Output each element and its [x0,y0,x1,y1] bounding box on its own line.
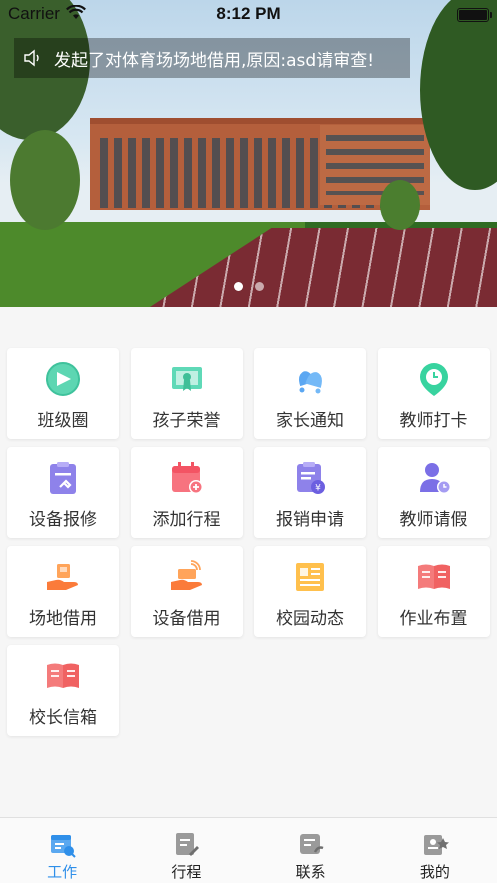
bottom-tab-bar: 工作 行程 联系 我的 [0,817,497,883]
tile-reimbursement[interactable]: ¥ 报销申请 [254,447,366,538]
tile-homework[interactable]: 作业布置 [377,546,490,637]
book-icon [417,564,450,589]
svg-text:¥: ¥ [315,484,321,494]
carousel-page-indicator[interactable] [0,282,497,291]
speaker-icon [24,49,39,67]
mailbox-book-icon [47,663,79,688]
tile-child-honor[interactable]: 孩子荣誉 [130,348,243,439]
venue-hand-icon [47,564,78,590]
leave-person-icon [419,463,451,494]
tab-schedule[interactable]: 行程 [124,818,248,883]
tile-class-circle[interactable]: 班级圈 [7,348,119,439]
tile-label: 家长通知 [276,411,344,431]
tile-device-borrow[interactable]: 设备借用 [130,546,243,637]
newspaper-icon [296,563,324,591]
tab-label: 工作 [47,863,78,881]
tab-label: 行程 [171,863,202,881]
banner-carousel[interactable]: Carrier 8:12 PM 发起了对体育场场地借用,原因:asd请审查! [0,0,497,307]
reimburse-clipboard-icon: ¥ [297,462,325,494]
tile-add-schedule[interactable]: 添加行程 [130,447,243,538]
tab-label: 我的 [419,863,450,881]
device-hand-icon [170,560,202,590]
tile-principal-mailbox[interactable]: 校长信箱 [7,645,119,736]
class-circle-icon [46,362,80,396]
work-icon [51,835,76,858]
tab-label: 联系 [295,863,326,881]
tile-device-repair[interactable]: 设备报修 [7,447,119,538]
calendar-add-icon [171,462,203,494]
profile-icon [423,835,449,855]
tile-label: 教师请假 [399,510,468,530]
notice-text: 发起了对体育场场地借用,原因:asd请审查! [54,50,375,71]
feature-grid: 班级圈 孩子荣誉 家长通知 教师打卡 设备报修 添加行程 ¥ 报销申请 教师请假… [7,348,491,736]
clock-pin-icon [419,363,448,396]
tile-label: 班级圈 [37,411,89,431]
tile-label: 场地借用 [29,609,97,629]
bell-icon [299,371,322,394]
tile-label: 教师打卡 [399,411,468,431]
tile-label: 校园动态 [276,609,344,629]
certificate-icon [171,367,202,391]
tile-teacher-checkin[interactable]: 教师打卡 [377,348,490,439]
tree-right-small-image [380,180,420,230]
battery-icon [457,8,492,22]
status-bar: Carrier 8:12 PM [0,0,497,30]
tab-work[interactable]: 工作 [0,818,124,883]
tile-label: 孩子荣誉 [152,411,221,431]
tile-venue-borrow[interactable]: 场地借用 [7,546,119,637]
tile-label: 设备报修 [29,510,97,530]
tile-label: 报销申请 [276,510,344,530]
tile-label: 添加行程 [152,510,221,530]
schedule-icon [176,833,200,856]
tab-contacts[interactable]: 联系 [249,818,373,883]
tile-label: 作业布置 [399,609,468,629]
clock-time: 8:12 PM [216,4,281,23]
notice-marquee[interactable]: 发起了对体育场场地借用,原因:asd请审查! [14,38,410,78]
tile-label: 校长信箱 [29,708,97,728]
carousel-dot-1[interactable] [233,282,243,291]
tile-teacher-leave[interactable]: 教师请假 [377,447,490,538]
carousel-dot-2[interactable] [254,282,264,291]
tile-parent-notice[interactable]: 家长通知 [254,348,366,439]
tree-left-lower-image [10,130,80,230]
contacts-icon [299,834,324,854]
repair-clipboard-icon [50,462,76,494]
tile-label: 设备借用 [152,609,221,629]
tab-profile[interactable]: 我的 [373,818,497,883]
tile-campus-news[interactable]: 校园动态 [254,546,366,637]
